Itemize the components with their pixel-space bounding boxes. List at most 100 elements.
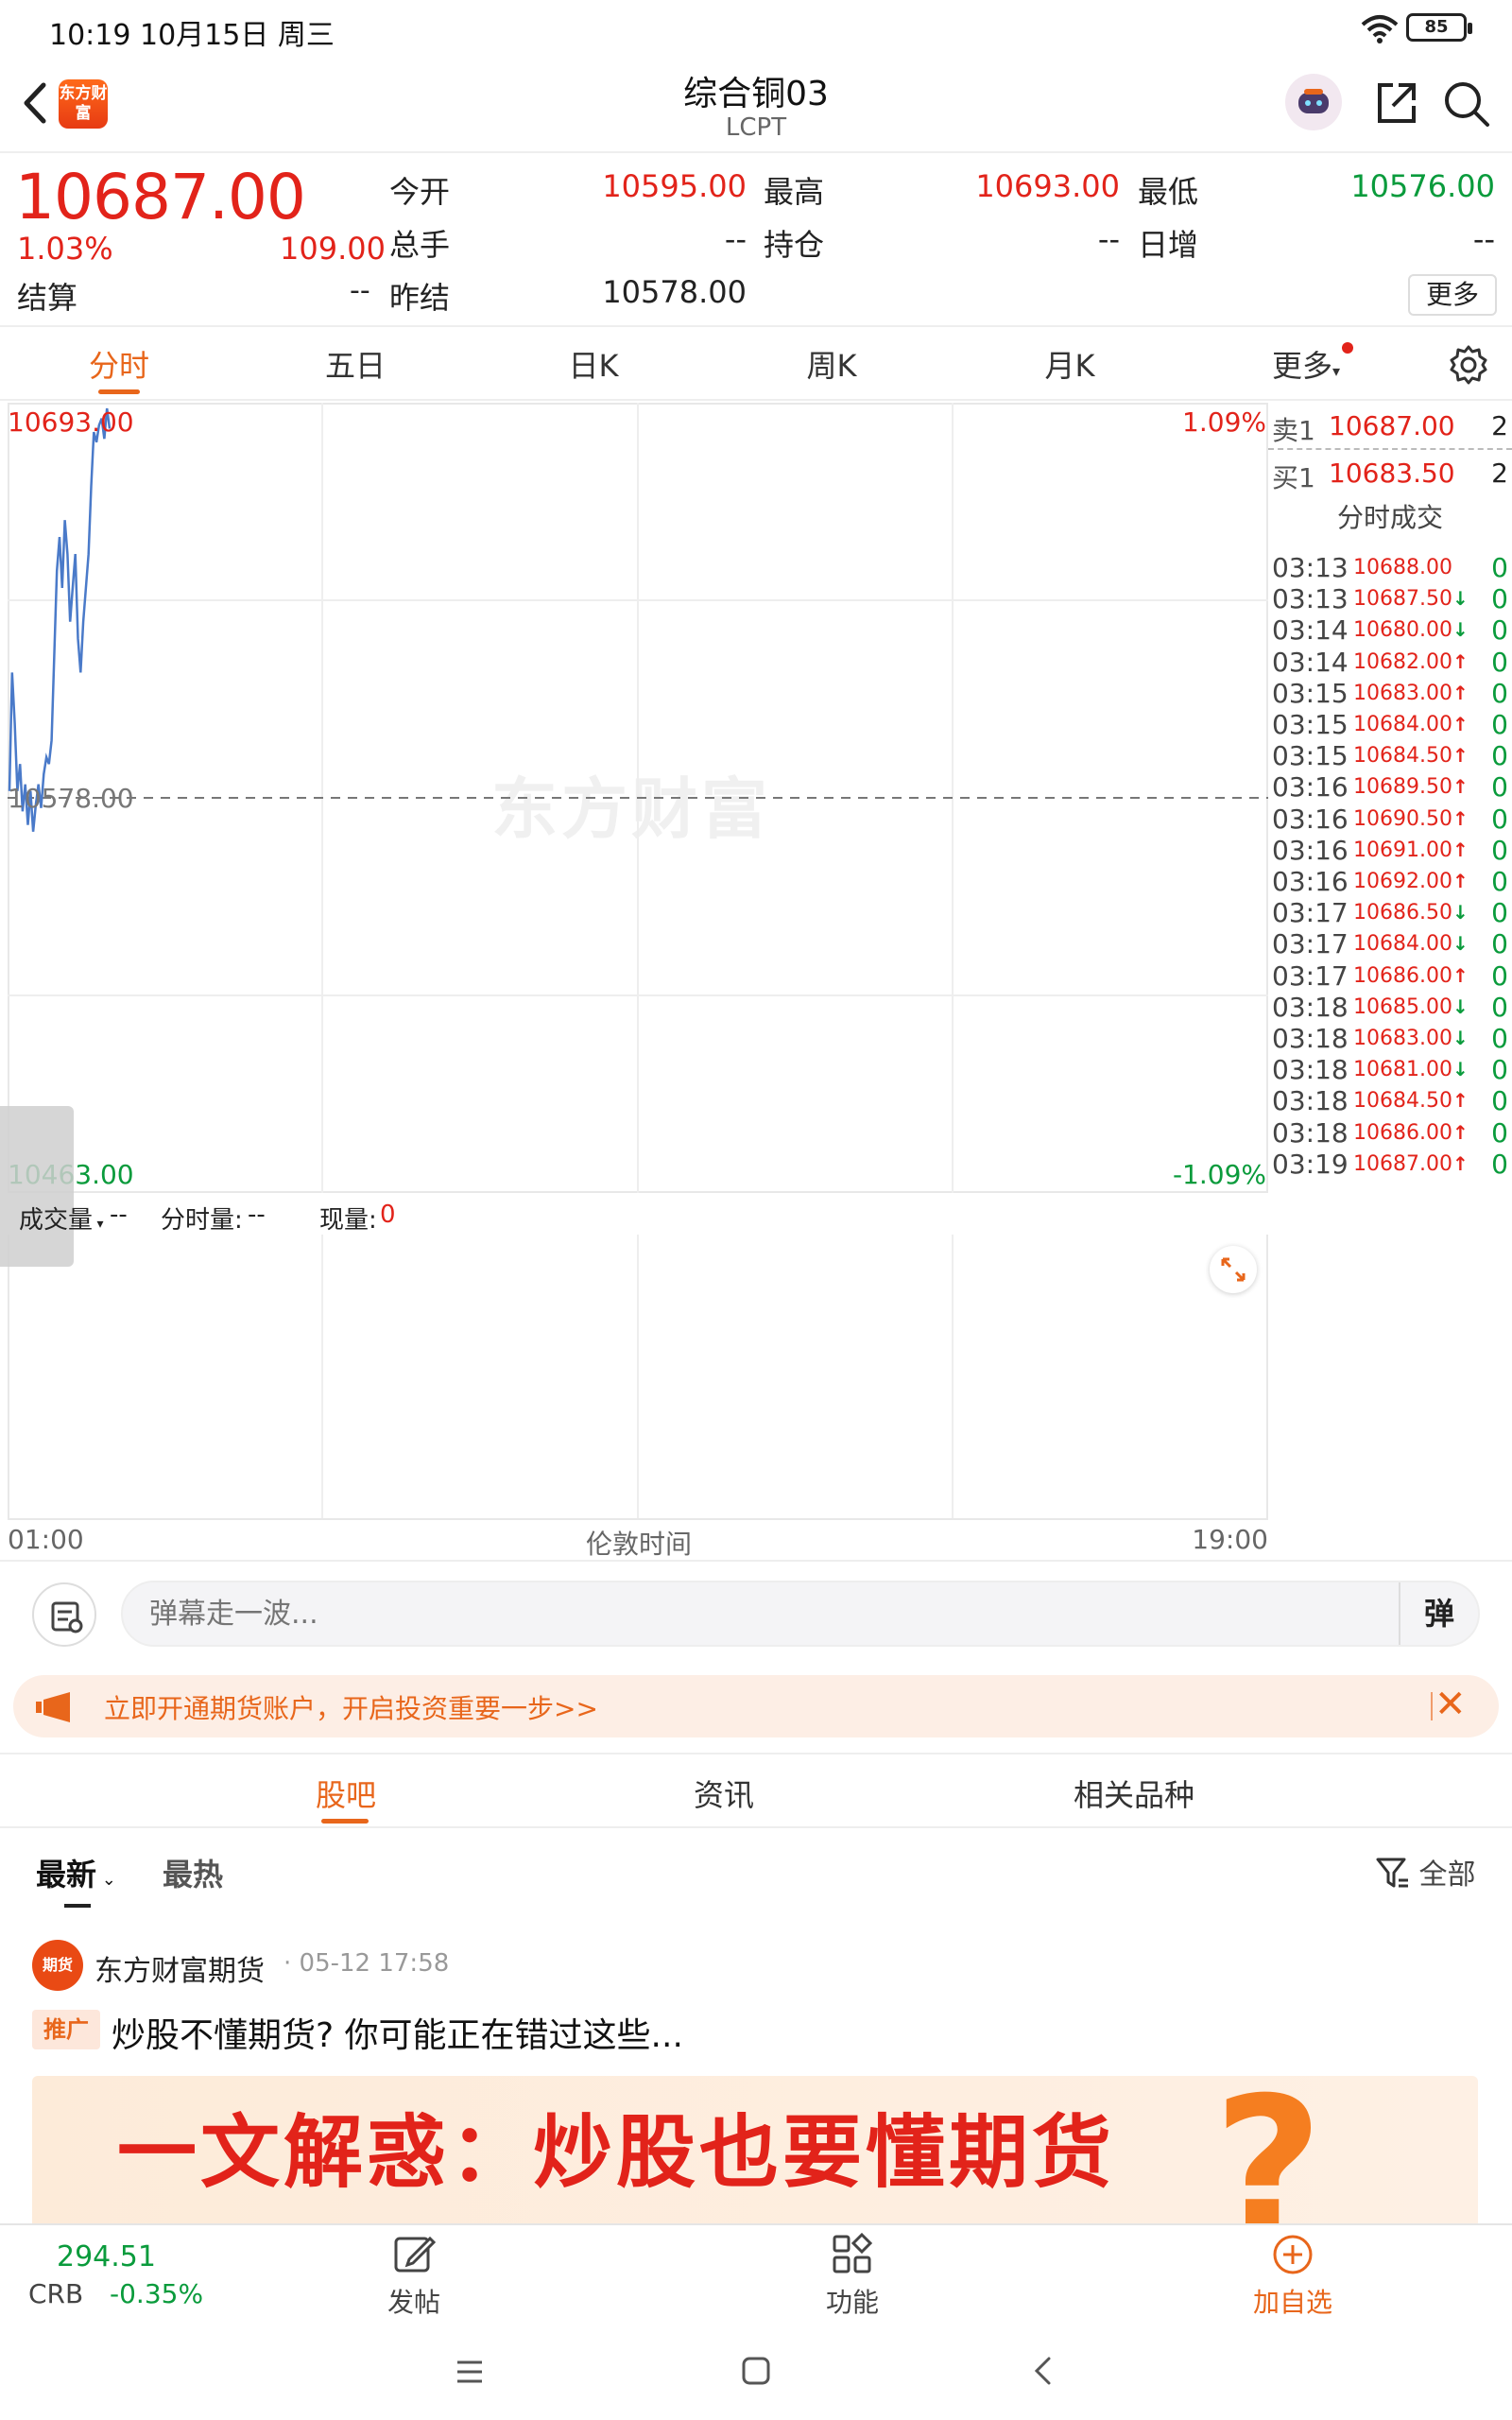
status-time: 10:19 10月15日 周三 [49, 19, 335, 52]
price-series-line [8, 407, 112, 832]
feed-filter-bar: 最新 ⌄ 最热 全部 [0, 1834, 1512, 1910]
bottom-bar: 294.51 CRB -0.35% 发帖 功能 加自选 [0, 2223, 1512, 2322]
quote-more-button[interactable]: 更多 [1408, 274, 1497, 316]
avatar[interactable]: 期货 [32, 1940, 83, 1991]
settle-label: 结算 [17, 280, 78, 316]
high-value: 10693.00 [975, 168, 1120, 204]
promo-separator [1431, 1692, 1433, 1720]
function-button[interactable]: 功能 [777, 2231, 928, 2320]
ask-price: 10687.00 [1329, 410, 1455, 441]
intraday-chart: 10693.00 10578.00 10463.00 1.09% -1.09% [8, 403, 1268, 1518]
danmu-toggle-icon[interactable] [32, 1582, 96, 1647]
bid-price: 10683.50 [1329, 458, 1455, 489]
status-bar: 10:19 10月15日 周三 85 [0, 0, 1512, 59]
promo-text[interactable]: 立即开通期货账户，开启投资重要一步>> [104, 1688, 598, 1726]
post-button[interactable]: 发帖 [338, 2231, 490, 2320]
index-value: 294.51 [57, 2240, 156, 2273]
time-end: 19:00 [1192, 1524, 1268, 1555]
order-book: 卖1 10687.00 2 买1 10683.50 2 分时成交 03:13 10… [1268, 403, 1512, 1558]
danmu-bar: 弹 [0, 1560, 1512, 1664]
bid-label: 买1 [1272, 462, 1315, 493]
danmu-send-button[interactable]: 弹 [1399, 1582, 1478, 1645]
open-interest-label: 持仓 [764, 227, 825, 263]
grid [8, 403, 1268, 1518]
change-percent: 1.03% [17, 231, 113, 267]
assistant-robot-icon[interactable] [1285, 74, 1342, 130]
edit-icon [394, 2236, 436, 2273]
low-label: 最低 [1138, 174, 1199, 210]
volume-selector-label: 成交量 [19, 1206, 94, 1235]
axis-pct-low: -1.09% [1173, 1159, 1266, 1190]
tab-monthly-k[interactable]: 月K [1004, 342, 1136, 386]
post-author[interactable]: 东方财富期货 [94, 1947, 265, 1989]
close-icon[interactable]: ✕ [1435, 1683, 1467, 1726]
volume-value: -- [110, 1201, 128, 1229]
search-icon[interactable] [1442, 79, 1491, 129]
prev-settle-label: 昨结 [389, 280, 451, 316]
back-icon[interactable] [1032, 2356, 1055, 2386]
fs-volume-label: 分时量: [161, 1206, 243, 1235]
tab-news[interactable]: 资讯 [629, 1772, 818, 1815]
megaphone-icon [36, 1692, 70, 1722]
promo-banner[interactable]: 立即开通期货账户，开启投资重要一步>> ✕ [13, 1675, 1499, 1737]
header: 东方财富 综合铜03 LCPT [0, 59, 1512, 153]
caret-down-icon: ▾ [93, 1217, 104, 1232]
prev-settle-value: 10578.00 [602, 274, 747, 310]
volume-label: 总手 [389, 227, 451, 263]
sort-hot[interactable]: 最热 [163, 1851, 223, 1894]
filter-all[interactable]: 全部 [1376, 1851, 1476, 1893]
chevron-down-icon: ⌄ [96, 1870, 116, 1890]
add-watchlist-label: 加自选 [1252, 2287, 1332, 2318]
gear-icon[interactable] [1448, 344, 1489, 386]
add-watchlist-button[interactable]: 加自选 [1217, 2231, 1368, 2320]
volume-selector[interactable]: 成交量 ▾ [19, 1201, 104, 1236]
danmu-input[interactable] [121, 1581, 1480, 1647]
post-image[interactable]: 一文解惑：炒股也要懂期货 ? [32, 2076, 1478, 2223]
section-tabs: 股吧 资讯 相关品种 [0, 1753, 1512, 1828]
tab-daily-k[interactable]: 日K [527, 342, 660, 386]
order-book-divider [1268, 448, 1512, 450]
grid-apps-icon [833, 2232, 873, 2273]
tick-time: 03:19 [1272, 1148, 1349, 1180]
settle-value: -- [350, 274, 370, 307]
time-start: 01:00 [8, 1524, 84, 1555]
expand-icon[interactable] [1210, 1246, 1257, 1293]
tab-forum[interactable]: 股吧 [251, 1772, 440, 1815]
volume-legend: 成交量 ▾ -- 分时量: -- 现量: 0 [9, 1195, 1266, 1236]
tab-weekly-k[interactable]: 周K [765, 342, 898, 386]
tab-related[interactable]: 相关品种 [1040, 1772, 1228, 1815]
ask-label: 卖1 [1272, 415, 1315, 446]
now-volume-label: 现量: [319, 1206, 377, 1235]
function-button-label: 功能 [825, 2287, 879, 2318]
open-interest-value: -- [1097, 221, 1120, 257]
tab-intraday[interactable]: 分时 [53, 342, 185, 386]
chart-side-handle[interactable] [0, 1106, 74, 1267]
open-value: 10595.00 [602, 168, 747, 204]
high-label: 最高 [764, 174, 825, 210]
change-amount: 109.00 [280, 231, 386, 267]
promo-tag-badge: 推广 [32, 2010, 100, 2049]
time-axis: 01:00 伦敦时间 19:00 [8, 1524, 1268, 1560]
post-time: · 05-12 17:58 [284, 1949, 450, 1978]
index-ticker[interactable]: 294.51 CRB -0.35% [0, 2225, 227, 2324]
filter-all-label: 全部 [1418, 1858, 1476, 1892]
post-button-label: 发帖 [387, 2287, 440, 2318]
tick-list-title: 分时成交 [1336, 502, 1443, 533]
menu-icon[interactable] [455, 2360, 484, 2384]
sort-latest-label: 最新 [36, 1857, 97, 1893]
volume-value: -- [724, 221, 747, 257]
tick-qty: 0 [1491, 1148, 1508, 1180]
daily-increase-value: -- [1472, 221, 1495, 257]
tab-five-day[interactable]: 五日 [289, 342, 421, 386]
sort-latest[interactable]: 最新 ⌄ [36, 1851, 116, 1894]
tab-more-label: 更多 [1271, 348, 1332, 384]
post-title[interactable]: 炒股不懂期货? 你可能正在错过这些... [112, 2008, 683, 2057]
axis-pct-high: 1.09% [1182, 406, 1266, 438]
axis-label-high: 10693.00 [8, 406, 134, 438]
share-icon[interactable] [1372, 79, 1419, 127]
home-icon[interactable] [741, 2356, 771, 2386]
axis-label-mid: 10578.00 [8, 783, 134, 814]
quote-panel: 10687.00 1.03% 109.00 结算 -- 今开 10595.00 … [0, 155, 1512, 327]
index-change: -0.35% [110, 2278, 204, 2309]
caret-down-icon: ▾ [1332, 362, 1341, 380]
